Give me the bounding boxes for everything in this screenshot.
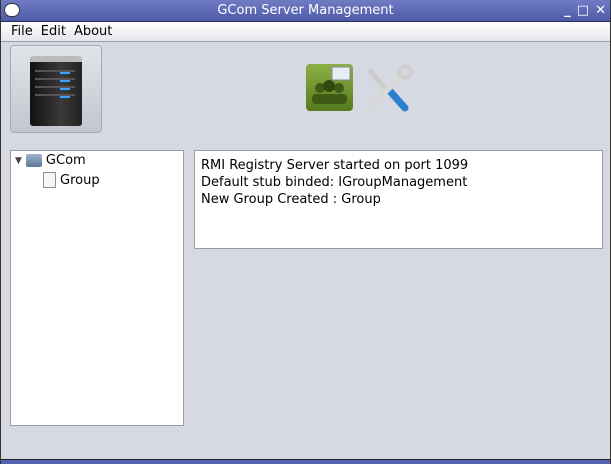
close-button[interactable]: ✕ bbox=[595, 0, 606, 21]
file-icon bbox=[43, 172, 56, 188]
tree-node-label: GCom bbox=[45, 153, 86, 168]
tree-node-group[interactable]: Group bbox=[43, 172, 100, 188]
menu-about[interactable]: About bbox=[74, 22, 112, 41]
group-contacts-button[interactable] bbox=[306, 64, 353, 111]
menu-bar: File Edit About bbox=[1, 22, 610, 42]
server-icon bbox=[30, 56, 82, 126]
main-window: GCom Server Management _ □ ✕ File Edit A… bbox=[0, 0, 611, 464]
server-button[interactable] bbox=[10, 45, 102, 133]
minimize-button[interactable]: _ bbox=[564, 0, 571, 21]
settings-tools-button[interactable] bbox=[363, 64, 413, 114]
log-line: New Group Created : Group bbox=[201, 192, 381, 207]
log-output: RMI Registry Server started on port 1099… bbox=[194, 150, 603, 249]
group-tree: ▼ GCom Group bbox=[10, 150, 184, 426]
window-bottom-border bbox=[1, 459, 610, 464]
tree-node-gcom[interactable]: ▼ GCom bbox=[15, 153, 86, 168]
menu-file[interactable]: File bbox=[11, 22, 33, 41]
settings-tools-icon bbox=[367, 64, 413, 112]
log-line: Default stub binded: IGroupManagement bbox=[201, 175, 468, 190]
log-line: RMI Registry Server started on port 1099 bbox=[201, 158, 469, 173]
title-bar[interactable]: GCom Server Management _ □ ✕ bbox=[1, 0, 610, 22]
group-contacts-icon bbox=[312, 66, 351, 104]
folder-open-icon bbox=[25, 154, 42, 167]
tree-node-label: Group bbox=[60, 172, 100, 188]
window-title: GCom Server Management bbox=[217, 3, 394, 18]
app-icon[interactable] bbox=[4, 3, 20, 17]
maximize-button[interactable]: □ bbox=[577, 0, 589, 21]
collapse-arrow-icon[interactable]: ▼ bbox=[15, 156, 22, 166]
menu-edit[interactable]: Edit bbox=[41, 22, 66, 41]
